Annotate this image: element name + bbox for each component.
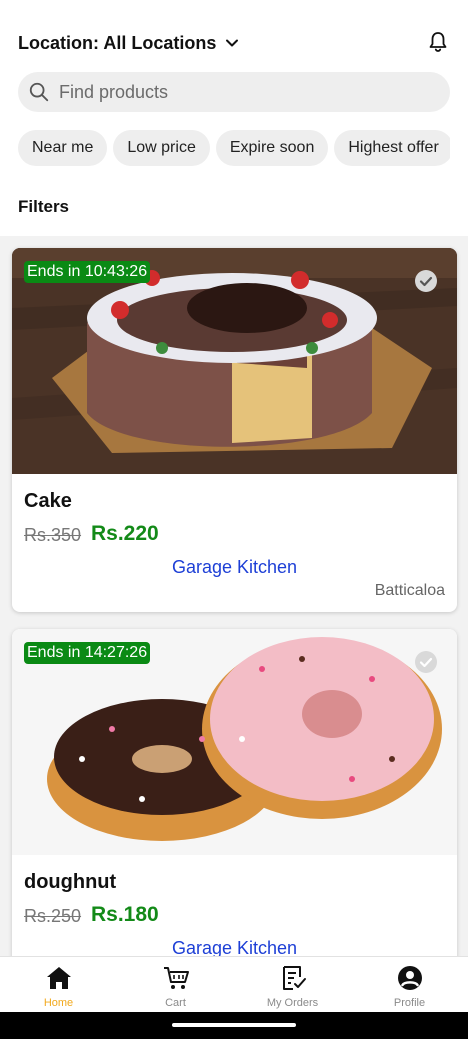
system-navigation-bar: [0, 1012, 468, 1039]
orders-icon: [282, 966, 306, 990]
header-area: Location: All Locations Near meLow price…: [0, 0, 468, 236]
chip-highest-offer[interactable]: Highest offer: [334, 130, 450, 166]
nav-label: My Orders: [266, 997, 319, 1009]
cart-icon: [163, 967, 189, 989]
chip-low-price[interactable]: Low price: [113, 130, 210, 166]
location-label: Location: All Locations: [18, 32, 217, 53]
store-link[interactable]: Garage Kitchen: [12, 938, 457, 956]
nav-my-orders[interactable]: My Orders: [234, 957, 351, 1012]
original-price: Rs.350: [24, 525, 82, 545]
nav-cart[interactable]: Cart: [117, 957, 234, 1012]
filter-chips: Near me Low price Expire soon Highest offer: [18, 130, 450, 168]
search-input[interactable]: [59, 81, 419, 103]
search-bar[interactable]: [18, 72, 450, 112]
bottom-navigation: Home Cart My Orders Profile: [0, 956, 468, 1012]
product-card[interactable]: Ends in 10:43:26 Cake Rs.350 Rs.220 Gara…: [12, 248, 457, 612]
check-circle-icon[interactable]: [414, 650, 438, 674]
timer-badge: Ends in 10:43:26: [24, 261, 151, 283]
nav-home[interactable]: Home: [0, 957, 117, 1012]
chevron-down-icon: [226, 39, 239, 47]
chip-near-me[interactable]: Near me: [18, 130, 108, 166]
cake-image: Ends in 10:43:26: [12, 248, 457, 474]
nav-label: Cart: [165, 997, 186, 1009]
chip-expire-soon[interactable]: Expire soon: [215, 130, 329, 166]
product-name: Cake: [24, 490, 72, 512]
bell-icon[interactable]: [426, 30, 450, 54]
home-indicator[interactable]: [172, 1023, 296, 1027]
nav-label: Profile: [393, 997, 426, 1009]
check-circle-icon[interactable]: [414, 269, 438, 293]
discount-price: Rs.220: [91, 522, 159, 545]
profile-icon: [397, 966, 422, 990]
original-price: Rs.250: [24, 906, 82, 926]
product-card[interactable]: Ends in 14:27:26 doughnut Rs.250 Rs.180 …: [12, 629, 457, 956]
product-name: doughnut: [24, 871, 117, 893]
home-icon: [46, 967, 71, 989]
timer-badge: Ends in 14:27:26: [24, 642, 151, 664]
store-link[interactable]: Garage Kitchen: [12, 557, 457, 578]
store-location: Batticaloa: [374, 582, 445, 599]
nav-label: Home: [43, 997, 74, 1009]
discount-price: Rs.180: [91, 903, 159, 926]
location-selector[interactable]: Location: All Locations: [18, 28, 450, 58]
product-feed[interactable]: Ends in 10:43:26 Cake Rs.350 Rs.220 Gara…: [0, 236, 468, 956]
search-icon: [29, 82, 49, 102]
filters-heading[interactable]: Filters: [18, 197, 69, 217]
product-info: Cake Rs.350 Rs.220 Garage Kitchen Battic…: [12, 474, 457, 612]
product-info: doughnut Rs.250 Rs.180 Garage Kitchen: [12, 855, 457, 956]
nav-profile[interactable]: Profile: [351, 957, 468, 1012]
doughnut-image: Ends in 14:27:26: [12, 629, 457, 855]
